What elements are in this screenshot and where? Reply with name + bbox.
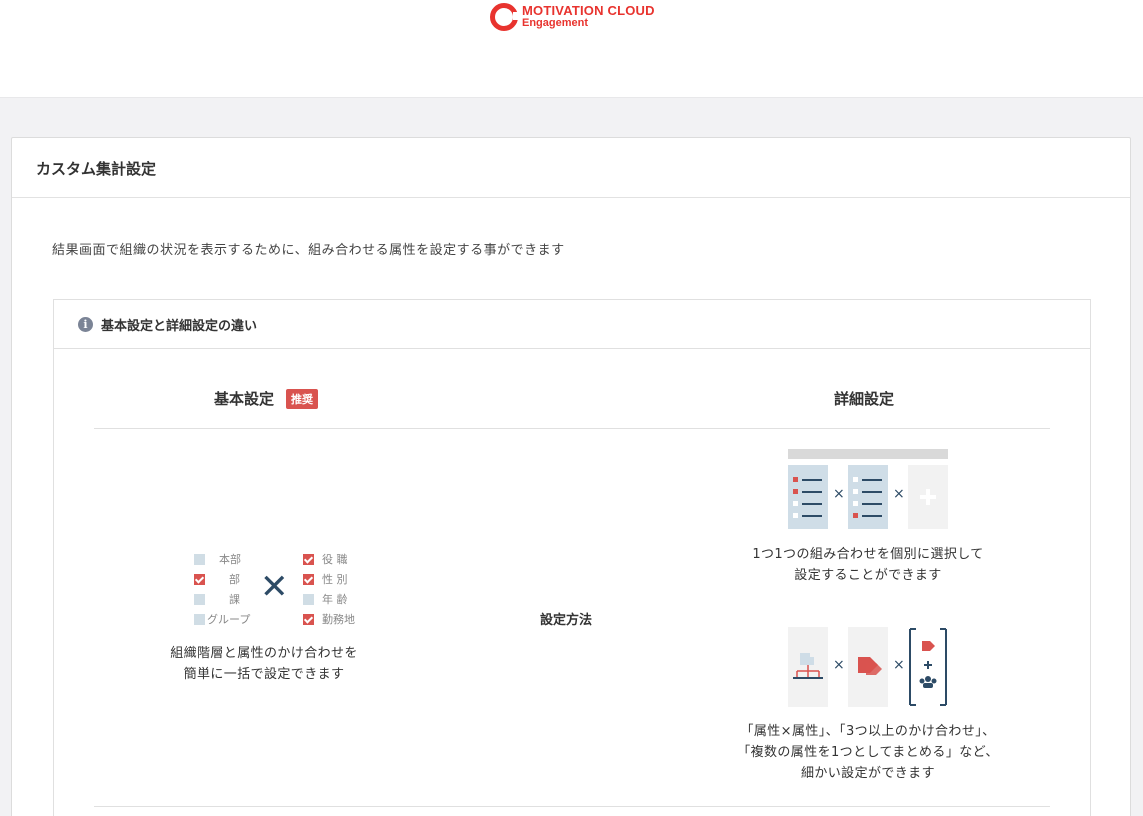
list-tile-icon: [788, 465, 828, 529]
multiply-icon: ✕: [260, 567, 289, 607]
recommended-badge: 推奨: [286, 388, 319, 409]
basic-caption: 組織階層と属性のかけ合わせを 簡単に一括で設定できます: [170, 646, 358, 682]
advanced-caption-2: 「属性×属性」、「3つ以上のかけ合わせ」、 「複数の属性を1つとしてまとめる」な…: [737, 724, 999, 781]
list-item: 年 齢: [303, 589, 355, 609]
checkbox-icon: [194, 593, 205, 605]
org-hierarchy-checklist: 本部 部 課 グループ: [194, 549, 250, 629]
multiply-icon: ×: [833, 657, 845, 673]
info-icon: i: [78, 316, 93, 332]
bottom-divider: [94, 806, 1050, 807]
header-bar-graphic: [788, 449, 948, 459]
top-bar: MOTIVATION CLOUD Engagement: [0, 0, 1143, 46]
group-tile-icon: [908, 627, 948, 707]
info-header: i 基本設定と詳細設定の違い: [54, 300, 1090, 349]
custom-aggregation-card: カスタム集計設定 結果画面で組織の状況を表示するために、組み合わせる属性を設定す…: [11, 137, 1131, 816]
logo-ring-icon: [490, 3, 519, 31]
advanced-heading: 詳細設定: [834, 388, 894, 409]
logo-sub-text: Engagement: [522, 17, 589, 29]
attribute-checklist: 役 職 性 別 年 齢 勤務地: [303, 549, 355, 629]
checked-checkbox-icon: [303, 573, 314, 585]
logo-main-text: MOTIVATION CLOUD: [522, 3, 655, 18]
advanced-heading-label: 詳細設定: [834, 390, 895, 408]
app-logo[interactable]: MOTIVATION CLOUD Engagement: [490, 3, 655, 31]
tag-tile-icon: [848, 627, 888, 707]
plus-tile-icon: [908, 465, 948, 529]
checkbox-icon: [194, 553, 205, 565]
list-item: 性 別: [303, 569, 355, 589]
list-item: 役 職: [303, 549, 355, 569]
page-title: カスタム集計設定: [36, 160, 157, 178]
checked-checkbox-icon: [303, 553, 314, 565]
checked-checkbox-icon: [194, 573, 205, 585]
list-item: 勤務地: [303, 609, 355, 629]
card-description: 結果画面で組織の状況を表示するために、組み合わせる属性を設定する事ができます: [52, 243, 565, 258]
checkbox-icon: [303, 593, 314, 605]
list-item: 課: [194, 589, 250, 609]
multiply-icon: ×: [893, 486, 905, 502]
multiply-icon: ×: [833, 486, 845, 502]
basic-heading-label: 基本設定: [214, 390, 275, 408]
basic-heading: 基本設定 推奨: [214, 388, 319, 409]
top-divider: [94, 428, 1050, 429]
setting-method-label: 設定方法: [540, 613, 593, 628]
list-tile-icon: [848, 465, 888, 529]
checkbox-icon: [194, 613, 205, 625]
sub-header: [0, 46, 1143, 98]
advanced-caption-1: 1つ1つの組み合わせを個別に選択して 設定することができます: [752, 547, 984, 583]
list-item: 本部: [194, 549, 250, 569]
info-panel: i 基本設定と詳細設定の違い 基本設定 推奨 詳細設定 本部 部 課 グループ …: [53, 299, 1091, 816]
checked-checkbox-icon: [303, 613, 314, 625]
info-title: 基本設定と詳細設定の違い: [101, 318, 258, 334]
list-item: 部: [194, 569, 250, 589]
multiply-icon: ×: [893, 657, 905, 673]
list-item: グループ: [194, 609, 250, 629]
org-tree-tile-icon: [788, 627, 828, 707]
card-header: カスタム集計設定: [12, 138, 1130, 198]
